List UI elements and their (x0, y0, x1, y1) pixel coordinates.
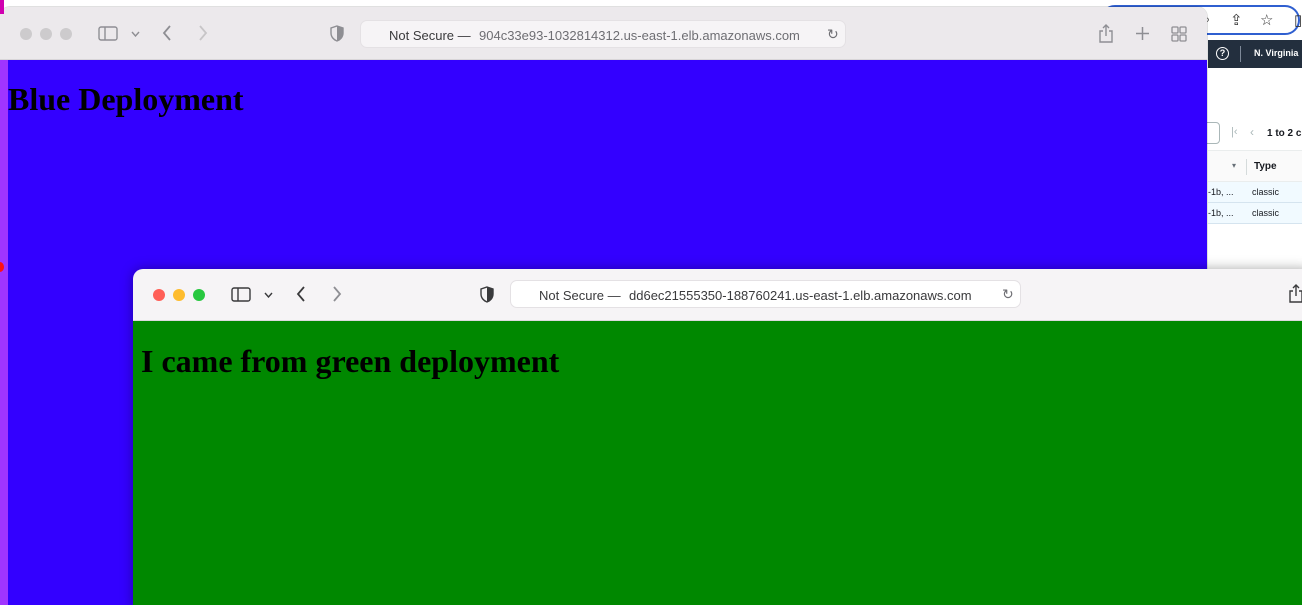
new-tab-icon[interactable] (1135, 26, 1150, 41)
forward-icon[interactable] (198, 25, 208, 41)
page-content: I came from green deployment (133, 321, 1302, 605)
window-toolbar: Not Secure — 904c33e93-1032814312.us-eas… (0, 7, 1207, 60)
desktop: ⌕ ⇪ ☆ ▯ ? N. Virginia |‹ ‹ 1 to 2 c ▾ Ty… (0, 0, 1302, 605)
cell-availability-zones: -1b, ... (1208, 187, 1234, 197)
pagination-label: 1 to 2 c (1267, 128, 1302, 139)
share-icon[interactable] (1288, 284, 1302, 303)
share-icon[interactable] (1098, 24, 1114, 43)
reload-icon[interactable]: ↻ (1002, 286, 1014, 303)
help-circle-icon[interactable]: ? (1216, 47, 1229, 60)
cell-availability-zones: -1b, ... (1208, 208, 1234, 218)
url-host: dd6ec21555350-188760241.us-east-1.elb.am… (629, 288, 972, 303)
back-icon[interactable] (162, 25, 172, 41)
table-header: ▾ Type (1208, 150, 1302, 182)
close-button[interactable] (20, 28, 32, 40)
first-page-icon[interactable]: |‹ (1231, 126, 1238, 138)
green-deployment-window: Not Secure — dd6ec21555350-188760241.us-… (133, 269, 1302, 605)
minimize-button[interactable] (40, 28, 52, 40)
address-bar[interactable]: Not Secure — 904c33e93-1032814312.us-eas… (360, 20, 846, 48)
table-row[interactable]: -1b, ... classic (1208, 203, 1302, 224)
cell-type: classic (1252, 187, 1280, 197)
minimize-button[interactable] (173, 289, 185, 301)
cell-type: classic (1252, 208, 1280, 218)
privacy-shield-icon[interactable] (480, 286, 494, 303)
chevron-down-icon[interactable] (131, 31, 140, 37)
privacy-shield-icon[interactable] (330, 25, 344, 42)
tab-overview-icon[interactable] (1171, 26, 1187, 42)
page-heading: Blue Deployment (8, 81, 244, 117)
header-divider (1240, 46, 1241, 62)
column-divider (1246, 159, 1247, 175)
close-button[interactable] (153, 289, 165, 301)
sort-caret-icon[interactable]: ▾ (1232, 161, 1236, 170)
address-bar[interactable]: Not Secure — dd6ec21555350-188760241.us-… (510, 280, 1021, 308)
sidebar-icon[interactable]: ▯ (1294, 11, 1302, 29)
url-host: 904c33e93-1032814312.us-east-1.elb.amazo… (479, 28, 800, 43)
table-row[interactable]: -1b, ... classic (1208, 182, 1302, 203)
zoom-button[interactable] (193, 289, 205, 301)
chevron-down-icon[interactable] (264, 292, 273, 298)
sidebar-toggle-icon[interactable] (98, 26, 118, 41)
back-icon[interactable] (296, 286, 306, 302)
previous-page-icon[interactable]: ‹ (1250, 125, 1254, 139)
background-window-edge (0, 0, 4, 14)
zoom-button[interactable] (60, 28, 72, 40)
reload-icon[interactable]: ↻ (827, 26, 839, 43)
sidebar-toggle-icon[interactable] (231, 287, 251, 302)
aws-console-header: ? N. Virginia (1208, 40, 1302, 68)
background-window-edge (0, 60, 8, 605)
security-label: Not Secure — (539, 288, 621, 303)
window-toolbar: Not Secure — dd6ec21555350-188760241.us-… (133, 269, 1302, 321)
region-selector[interactable]: N. Virginia (1254, 48, 1298, 58)
share-icon[interactable]: ⇪ (1230, 11, 1243, 29)
bookmark-star-icon[interactable]: ☆ (1260, 11, 1273, 29)
forward-icon[interactable] (332, 286, 342, 302)
security-label: Not Secure — (389, 28, 471, 43)
page-heading: I came from green deployment (141, 343, 560, 379)
column-header-type[interactable]: Type (1254, 161, 1277, 172)
